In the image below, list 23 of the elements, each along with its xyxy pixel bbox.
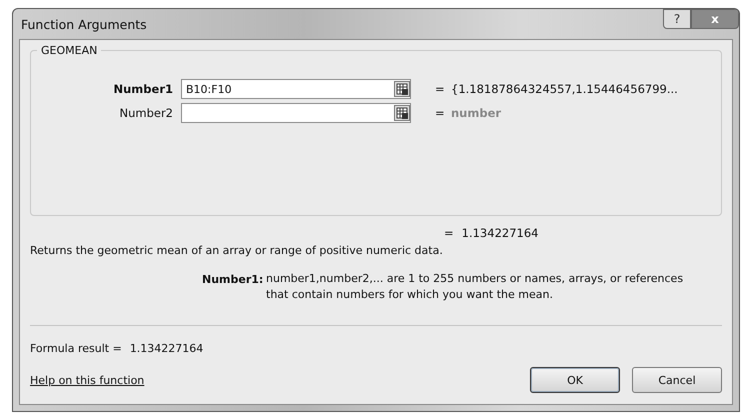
window-title: Function Arguments xyxy=(21,16,147,32)
dialog-button[interactable]: OK xyxy=(530,367,620,393)
help-link[interactable]: Help on this function xyxy=(30,374,144,386)
argument-field[interactable]: B10:F10 xyxy=(181,79,411,99)
dialog-button[interactable]: Cancel xyxy=(632,367,722,393)
argument-value: {1.18187864324557,1.15446456799... xyxy=(451,82,678,96)
equals-sign: = xyxy=(435,82,446,96)
argument-label: Number1 xyxy=(112,82,174,96)
help-button[interactable]: ? xyxy=(663,9,691,29)
argument-name: Number1: xyxy=(202,273,264,288)
formula-result-value: 1.134227164 xyxy=(130,342,204,355)
formula-result-label: Formula result = xyxy=(30,342,122,355)
argument-description: number1,number2,... are 1 to 255 numbers or names, arrays, or references that contain numbers for which you want the mean. xyxy=(266,271,684,303)
argument-label: Number2 xyxy=(118,106,174,120)
function-name: GEOMEAN xyxy=(37,44,102,57)
argument-field[interactable] xyxy=(181,103,411,123)
function-description: Returns the geometric mean of an array or range of positive numeric data. xyxy=(30,244,444,257)
argument-value: number xyxy=(451,106,502,120)
range-select-icon[interactable] xyxy=(394,105,410,121)
range-select-icon[interactable] xyxy=(394,81,410,97)
result-value: 1.134227164 xyxy=(462,226,538,240)
equals-sign: = xyxy=(444,226,454,240)
equals-sign: = xyxy=(435,106,446,120)
